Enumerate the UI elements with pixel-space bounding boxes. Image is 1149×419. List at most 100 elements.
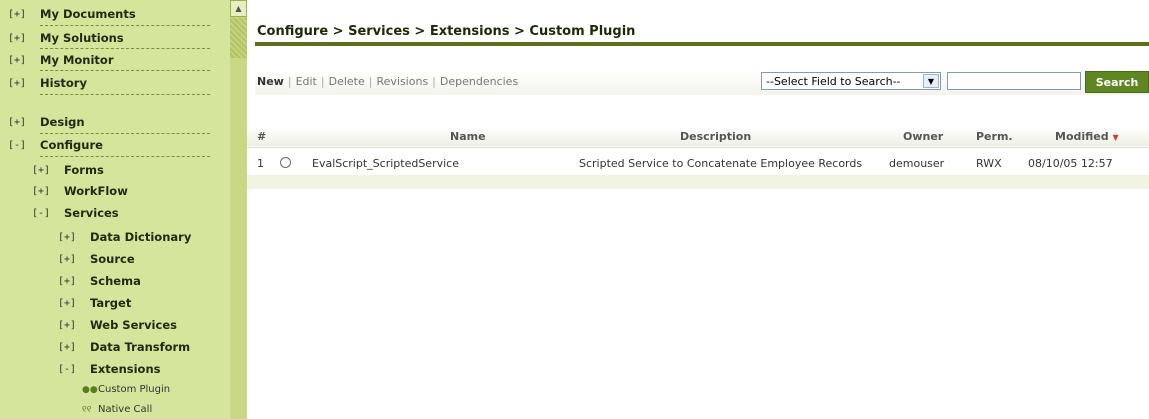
expand-toggle[interactable]: [+] — [32, 165, 64, 176]
search-field-select[interactable]: --Select Field to Search-- ▼ — [761, 72, 941, 90]
new-link[interactable]: New — [257, 75, 284, 88]
table-header: # Name Description Owner Perm. Modified … — [247, 126, 1149, 146]
cell-description: Scripted Service to Concatenate Employee… — [579, 157, 863, 170]
expand-toggle[interactable]: [+] — [58, 298, 90, 309]
column-header-num: # — [257, 130, 267, 143]
sidebar-item-label[interactable]: Custom Plugin — [98, 384, 170, 395]
column-header-name[interactable]: Name — [450, 130, 486, 143]
divider — [40, 48, 210, 49]
edit-link[interactable]: Edit — [296, 75, 317, 88]
expand-toggle[interactable]: [+] — [58, 342, 90, 353]
separator: | — [287, 75, 292, 88]
divider — [40, 156, 210, 157]
sidebar-item-target[interactable]: [+] Target — [58, 293, 131, 313]
scroll-track[interactable] — [230, 18, 247, 58]
scroll-up-button[interactable]: ▲ — [230, 0, 247, 17]
sidebar-item-custom-plugin[interactable]: ●● Custom Plugin — [82, 384, 170, 395]
expand-toggle[interactable]: [+] — [58, 320, 90, 331]
triangle-up-icon: ▲ — [235, 4, 242, 13]
separator: | — [368, 75, 373, 88]
sidebar-item-label[interactable]: Forms — [64, 163, 104, 177]
sidebar-item-my-documents[interactable]: [+] My Documents — [8, 4, 136, 24]
sidebar-item-forms[interactable]: [+] Forms — [32, 160, 104, 180]
sidebar-nav: [+] My Documents [+] My Solutions [+] My… — [0, 0, 230, 419]
sidebar-item-label[interactable]: Source — [90, 252, 135, 266]
sidebar-item-label[interactable]: Native Call — [98, 404, 152, 415]
separator: | — [432, 75, 436, 88]
column-header-owner[interactable]: Owner — [903, 130, 943, 143]
sidebar-item-native-call[interactable]: ୧୧ Native Call — [82, 404, 152, 415]
divider — [40, 25, 210, 26]
divider — [40, 70, 210, 71]
table-row[interactable]: 1 EvalScript_ScriptedService Scripted Se… — [247, 148, 1149, 174]
sidebar-item-services[interactable]: [-] Services — [32, 203, 119, 223]
sidebar-item-web-services[interactable]: [+] Web Services — [58, 315, 177, 335]
divider — [40, 133, 210, 134]
delete-link[interactable]: Delete — [329, 75, 365, 88]
sidebar-item-extensions[interactable]: [-] Extensions — [58, 359, 160, 379]
sidebar-item-my-monitor[interactable]: [+] My Monitor — [8, 50, 114, 70]
select-value: --Select Field to Search-- — [766, 74, 901, 88]
expand-toggle[interactable]: [+] — [8, 33, 40, 44]
native-call-icon: ୧୧ — [82, 404, 92, 415]
sidebar-item-history[interactable]: [+] History — [8, 73, 87, 93]
divider — [40, 94, 210, 95]
title-divider — [255, 42, 1149, 46]
collapse-toggle[interactable]: [-] — [58, 364, 90, 375]
expand-toggle[interactable]: [+] — [58, 254, 90, 265]
search-input[interactable] — [947, 72, 1081, 90]
sidebar-item-workflow[interactable]: [+] WorkFlow — [32, 181, 128, 201]
sidebar-item-label[interactable]: History — [40, 76, 87, 90]
sidebar-item-configure[interactable]: [-] Configure — [8, 135, 103, 155]
action-links: New | Edit | Delete | Revisions | Dependencies — [257, 75, 518, 88]
sidebar-item-source[interactable]: [+] Source — [58, 249, 135, 269]
sidebar-item-label[interactable]: Target — [90, 296, 131, 310]
row-number: 1 — [257, 157, 264, 170]
expand-toggle[interactable]: [+] — [32, 186, 64, 197]
sidebar-item-design[interactable]: [+] Design — [8, 112, 85, 132]
chevron-down-icon[interactable]: ▼ — [923, 74, 939, 88]
expand-toggle[interactable]: [+] — [8, 117, 40, 128]
sidebar-item-label[interactable]: Extensions — [90, 362, 160, 376]
cell-modified: 08/10/05 12:57 — [1028, 157, 1113, 170]
sidebar-item-label[interactable]: My Monitor — [40, 53, 114, 67]
sidebar-item-label[interactable]: WorkFlow — [64, 184, 128, 198]
sidebar-item-label[interactable]: My Solutions — [40, 31, 124, 45]
cell-name[interactable]: EvalScript_ScriptedService — [312, 157, 459, 170]
collapse-toggle[interactable]: [-] — [8, 140, 40, 151]
dependencies-link[interactable]: Dependencies — [440, 75, 518, 88]
sidebar-scrollbar[interactable]: ▲ — [230, 0, 247, 419]
column-header-modified[interactable]: Modified ▼ — [1055, 130, 1119, 143]
sidebar-item-label[interactable]: Configure — [40, 138, 103, 152]
row-select-radio[interactable] — [280, 157, 291, 168]
column-header-perm[interactable]: Perm. — [976, 130, 1013, 143]
cell-perm: RWX — [976, 157, 1002, 170]
expand-toggle[interactable]: [+] — [8, 9, 40, 20]
sidebar-item-data-dictionary[interactable]: [+] Data Dictionary — [58, 227, 191, 247]
expand-toggle[interactable]: [+] — [8, 55, 40, 66]
collapse-toggle[interactable]: [-] — [32, 208, 64, 219]
scroll-thumb[interactable] — [230, 58, 247, 419]
sidebar-item-label[interactable]: Services — [64, 206, 119, 220]
sidebar-item-label[interactable]: Design — [40, 115, 85, 129]
table-footer — [247, 175, 1149, 189]
breadcrumb: Configure > Services > Extensions > Cust… — [257, 24, 636, 39]
separator: | — [320, 75, 325, 88]
main-content: Configure > Services > Extensions > Cust… — [247, 0, 1149, 419]
sidebar-item-schema[interactable]: [+] Schema — [58, 271, 141, 291]
sort-desc-icon: ▼ — [1112, 133, 1119, 142]
sidebar-item-label[interactable]: Schema — [90, 274, 141, 288]
expand-toggle[interactable]: [+] — [8, 78, 40, 89]
search-button[interactable]: Search — [1085, 71, 1149, 93]
column-header-description[interactable]: Description — [680, 130, 751, 143]
sidebar-item-label[interactable]: Data Dictionary — [90, 230, 191, 244]
expand-toggle[interactable]: [+] — [58, 276, 90, 287]
sidebar-item-label[interactable]: My Documents — [40, 7, 136, 21]
sidebar-item-my-solutions[interactable]: [+] My Solutions — [8, 28, 124, 48]
expand-toggle[interactable]: [+] — [58, 232, 90, 243]
sidebar-item-label[interactable]: Web Services — [90, 318, 177, 332]
revisions-link[interactable]: Revisions — [376, 75, 428, 88]
sidebar-item-data-transform[interactable]: [+] Data Transform — [58, 337, 190, 357]
sidebar-item-label[interactable]: Data Transform — [90, 340, 190, 354]
column-header-modified-label: Modified — [1055, 130, 1109, 143]
